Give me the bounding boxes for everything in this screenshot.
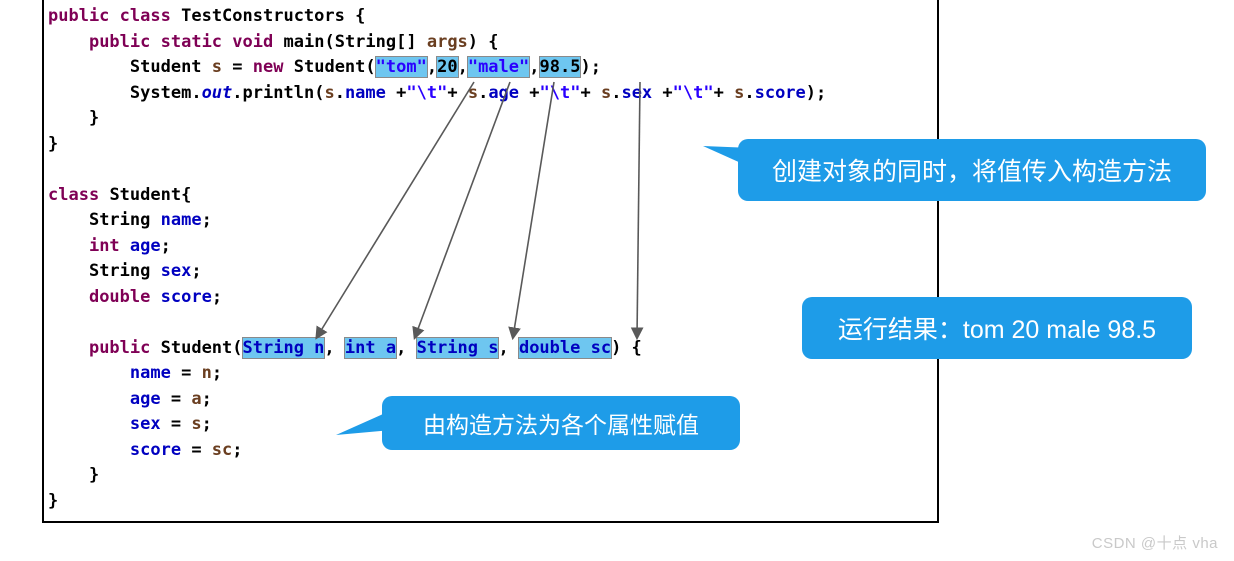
token-public-3: public bbox=[88, 337, 151, 358]
token-arg-a: a bbox=[191, 388, 202, 409]
code-line-field-age: int age; bbox=[88, 235, 171, 256]
token-double-1: double bbox=[88, 286, 151, 307]
token-type-student: Student bbox=[129, 57, 202, 77]
param-score-text: double sc bbox=[518, 337, 612, 358]
token-main: main bbox=[283, 31, 325, 52]
code-line-assign-score: score = sc; bbox=[129, 439, 243, 460]
token-assign-sex: sex bbox=[129, 414, 161, 434]
highlight-arg-name: "tom" bbox=[374, 56, 428, 78]
token-field-sex: sex bbox=[621, 82, 653, 103]
token-class: class bbox=[119, 6, 171, 26]
token-var-s: s bbox=[211, 57, 223, 77]
token-class-2: class bbox=[48, 184, 100, 205]
token-out: out bbox=[201, 82, 233, 103]
code-line-close-ctor: } bbox=[48, 465, 100, 485]
token-public-2: public bbox=[88, 31, 151, 52]
highlight-param-sex: String s bbox=[415, 336, 500, 359]
token-arg-n: n bbox=[201, 363, 212, 383]
code-line-assign-sex: sex = s; bbox=[129, 414, 212, 434]
token-public: public bbox=[48, 6, 110, 26]
highlight-param-age: int a bbox=[343, 336, 398, 359]
code-line-close-class: } bbox=[48, 133, 59, 154]
token-println: println bbox=[242, 82, 315, 103]
token-field-name: name bbox=[344, 82, 386, 103]
token-system: System bbox=[129, 82, 192, 103]
token-int-1: int bbox=[88, 235, 120, 256]
token-field-score: score bbox=[754, 82, 806, 103]
token-assign-name: name bbox=[129, 363, 171, 383]
callout-run-result: 运行结果：tom 20 male 98.5 bbox=[802, 297, 1192, 359]
token-assign-age: age bbox=[129, 388, 161, 409]
code-line-println: System.out.println(s.name +"\t"+ s.age +… bbox=[129, 82, 827, 103]
highlight-arg-sex: "male" bbox=[466, 56, 531, 78]
token-assign-score: score bbox=[129, 439, 182, 460]
highlight-param-name: String n bbox=[241, 336, 326, 359]
token-decl-score: score bbox=[160, 286, 212, 307]
code-line-new-student: Student s = new Student("tom",20,"male",… bbox=[129, 56, 601, 78]
code-line-assign-age: age = a; bbox=[129, 388, 212, 409]
highlight-arg-age: 20 bbox=[436, 56, 459, 78]
token-s-2: s bbox=[467, 82, 479, 103]
token-args: args bbox=[426, 31, 468, 52]
code-line-field-sex: String sex; bbox=[88, 261, 202, 281]
token-s-1: s bbox=[324, 82, 335, 103]
param-sex-text: String s bbox=[416, 337, 499, 358]
token-arg-s: s bbox=[191, 414, 202, 434]
token-type-testconstructors: TestConstructors bbox=[181, 6, 345, 26]
callout-create-object: 创建对象的同时，将值传入构造方法 bbox=[738, 139, 1206, 201]
highlight-param-score: double sc bbox=[517, 336, 613, 359]
code-line-class-decl: public class TestConstructors { bbox=[48, 6, 366, 26]
token-tab-2: "\t" bbox=[539, 82, 581, 103]
code-line-assign-name: name = n; bbox=[129, 363, 223, 383]
token-type-student-3: Student bbox=[109, 184, 182, 205]
token-s-4: s bbox=[734, 82, 745, 103]
highlight-arg-score: 98.5 bbox=[538, 56, 582, 78]
token-decl-age: age bbox=[129, 235, 161, 256]
token-static: static bbox=[160, 31, 223, 52]
token-new: new bbox=[252, 57, 284, 77]
code-line-close-main: } bbox=[48, 108, 100, 128]
watermark: CSDN @十点 vha bbox=[1091, 535, 1218, 552]
token-type-string-args: String bbox=[334, 31, 397, 52]
token-decl-sex: sex bbox=[160, 261, 192, 281]
token-tab-3: "\t" bbox=[672, 82, 714, 103]
token-type-string-1: String bbox=[88, 210, 151, 230]
token-arg-sc: sc bbox=[211, 439, 233, 460]
code-line-constructor: public Student(String n, int a, String s… bbox=[88, 336, 642, 359]
token-decl-name: name bbox=[160, 210, 202, 230]
token-s-3: s bbox=[600, 82, 612, 103]
token-type-student-2: Student bbox=[293, 57, 366, 77]
callout-assign-fields: 由构造方法为各个属性赋值 bbox=[382, 396, 740, 450]
code-line-field-score: double score; bbox=[88, 286, 223, 307]
code-line-main-decl: public static void main(String[] args) { bbox=[88, 31, 499, 52]
token-tab-1: "\t" bbox=[406, 82, 448, 103]
code-line-field-name: String name; bbox=[88, 210, 212, 230]
code-line-close-student: } bbox=[48, 490, 59, 511]
token-type-student-4: Student bbox=[160, 337, 233, 358]
token-void: void bbox=[232, 31, 274, 52]
param-age-text: int a bbox=[344, 337, 397, 358]
token-type-string-2: String bbox=[88, 261, 151, 281]
token-field-age: age bbox=[488, 82, 520, 103]
param-name-text: String n bbox=[242, 337, 325, 358]
code-line-student-class: class Student{ bbox=[48, 184, 192, 205]
